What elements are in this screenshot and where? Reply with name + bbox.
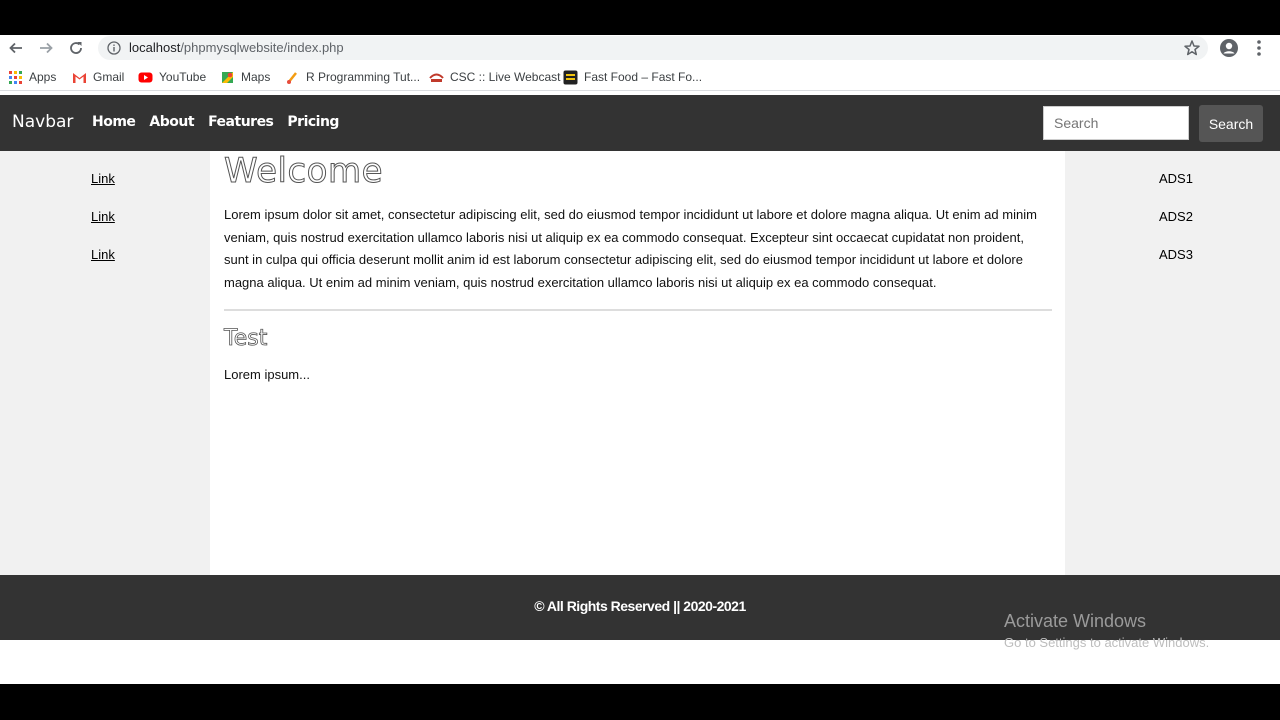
bookmark-gmail[interactable]: Gmail <box>72 69 124 85</box>
page-title: Welcome <box>223 151 384 192</box>
bookmarks-bar: Apps Gmail YouTube Maps R Programming Tu… <box>0 63 1280 91</box>
bookmark-label: Maps <box>241 70 271 84</box>
navbar: Navbar Home About Features Pricing Searc… <box>0 95 1280 151</box>
nav-link-pricing[interactable]: Pricing <box>287 114 339 130</box>
url-host: localhost <box>129 40 181 55</box>
divider <box>224 309 1052 311</box>
csc-icon <box>429 73 444 82</box>
letterbox-top <box>0 0 1280 35</box>
section-paragraph: Lorem ipsum... <box>224 367 310 382</box>
activate-windows-subtitle: Go to Settings to activate Windows. <box>1004 635 1210 650</box>
fast-food-icon <box>563 70 578 84</box>
bookmark-fast-food[interactable]: Fast Food – Fast Fo... <box>563 69 702 85</box>
address-bar[interactable]: localhost/phpmysqlwebsite/index.php <box>98 36 1208 60</box>
bookmark-apps[interactable]: Apps <box>8 69 56 85</box>
main-paragraph: Lorem ipsum dolor sit amet, consectetur … <box>224 207 1037 290</box>
left-sidebar: Link Link Link <box>0 151 210 575</box>
nav-link-about[interactable]: About <box>149 114 194 130</box>
ad-label: ADS1 <box>1159 171 1193 186</box>
bookmark-label: Gmail <box>93 70 125 84</box>
bookmark-youtube[interactable]: YouTube <box>138 69 206 85</box>
sidebar-link[interactable]: Link <box>91 171 115 186</box>
bookmark-label: Fast Food – Fast Fo... <box>584 70 703 84</box>
back-arrow-icon[interactable] <box>6 38 26 58</box>
letterbox-bottom <box>0 684 1280 720</box>
address-row: localhost/phpmysqlwebsite/index.php <box>0 35 1280 61</box>
sidebar-link[interactable]: Link <box>91 247 115 262</box>
section-title: Test <box>224 326 268 352</box>
r-programming-icon <box>287 71 297 84</box>
reload-icon[interactable] <box>66 38 86 58</box>
bookmark-csc[interactable]: CSC :: Live Webcast <box>429 69 560 85</box>
url-path: /phpmysqlwebsite/index.php <box>180 40 344 55</box>
profile-icon[interactable] <box>1219 38 1239 58</box>
bookmark-label: Apps <box>29 70 57 84</box>
forward-arrow-icon[interactable] <box>36 38 56 58</box>
search-button[interactable]: Search <box>1199 105 1263 142</box>
gmail-icon <box>73 72 86 83</box>
nav-link-home[interactable]: Home <box>92 114 136 130</box>
apps-grid-icon <box>9 70 22 84</box>
maps-icon <box>222 71 233 83</box>
bookmark-label: R Programming Tut... <box>306 70 421 84</box>
nav-links: Home About Features Pricing <box>92 114 339 130</box>
ad-label: ADS2 <box>1159 209 1193 224</box>
menu-kebab-icon[interactable] <box>1254 38 1264 58</box>
web-page: Navbar Home About Features Pricing Searc… <box>0 95 1280 684</box>
browser-window: localhost/phpmysqlwebsite/index.php Apps… <box>0 35 1280 684</box>
bookmark-label: CSC :: Live Webcast <box>450 70 561 84</box>
url-text: localhost/phpmysqlwebsite/index.php <box>129 40 344 55</box>
bookmark-maps[interactable]: Maps <box>220 69 270 85</box>
bookmark-star-icon[interactable] <box>1183 39 1201 57</box>
navbar-brand[interactable]: Navbar <box>12 112 73 132</box>
bookmark-r-programming[interactable]: R Programming Tut... <box>285 69 420 85</box>
nav-link-features[interactable]: Features <box>208 114 274 130</box>
activate-windows-title: Activate Windows <box>1004 611 1147 631</box>
bookmark-label: YouTube <box>159 70 207 84</box>
info-icon[interactable] <box>107 41 121 55</box>
ad-label: ADS3 <box>1159 247 1193 262</box>
search-input[interactable] <box>1043 106 1189 140</box>
sidebar-link[interactable]: Link <box>91 209 115 224</box>
main-content: Welcome Lorem ipsum dolor sit amet, cons… <box>210 151 1065 575</box>
right-sidebar: ADS1 ADS2 ADS3 <box>1065 151 1280 575</box>
youtube-icon <box>138 72 153 82</box>
